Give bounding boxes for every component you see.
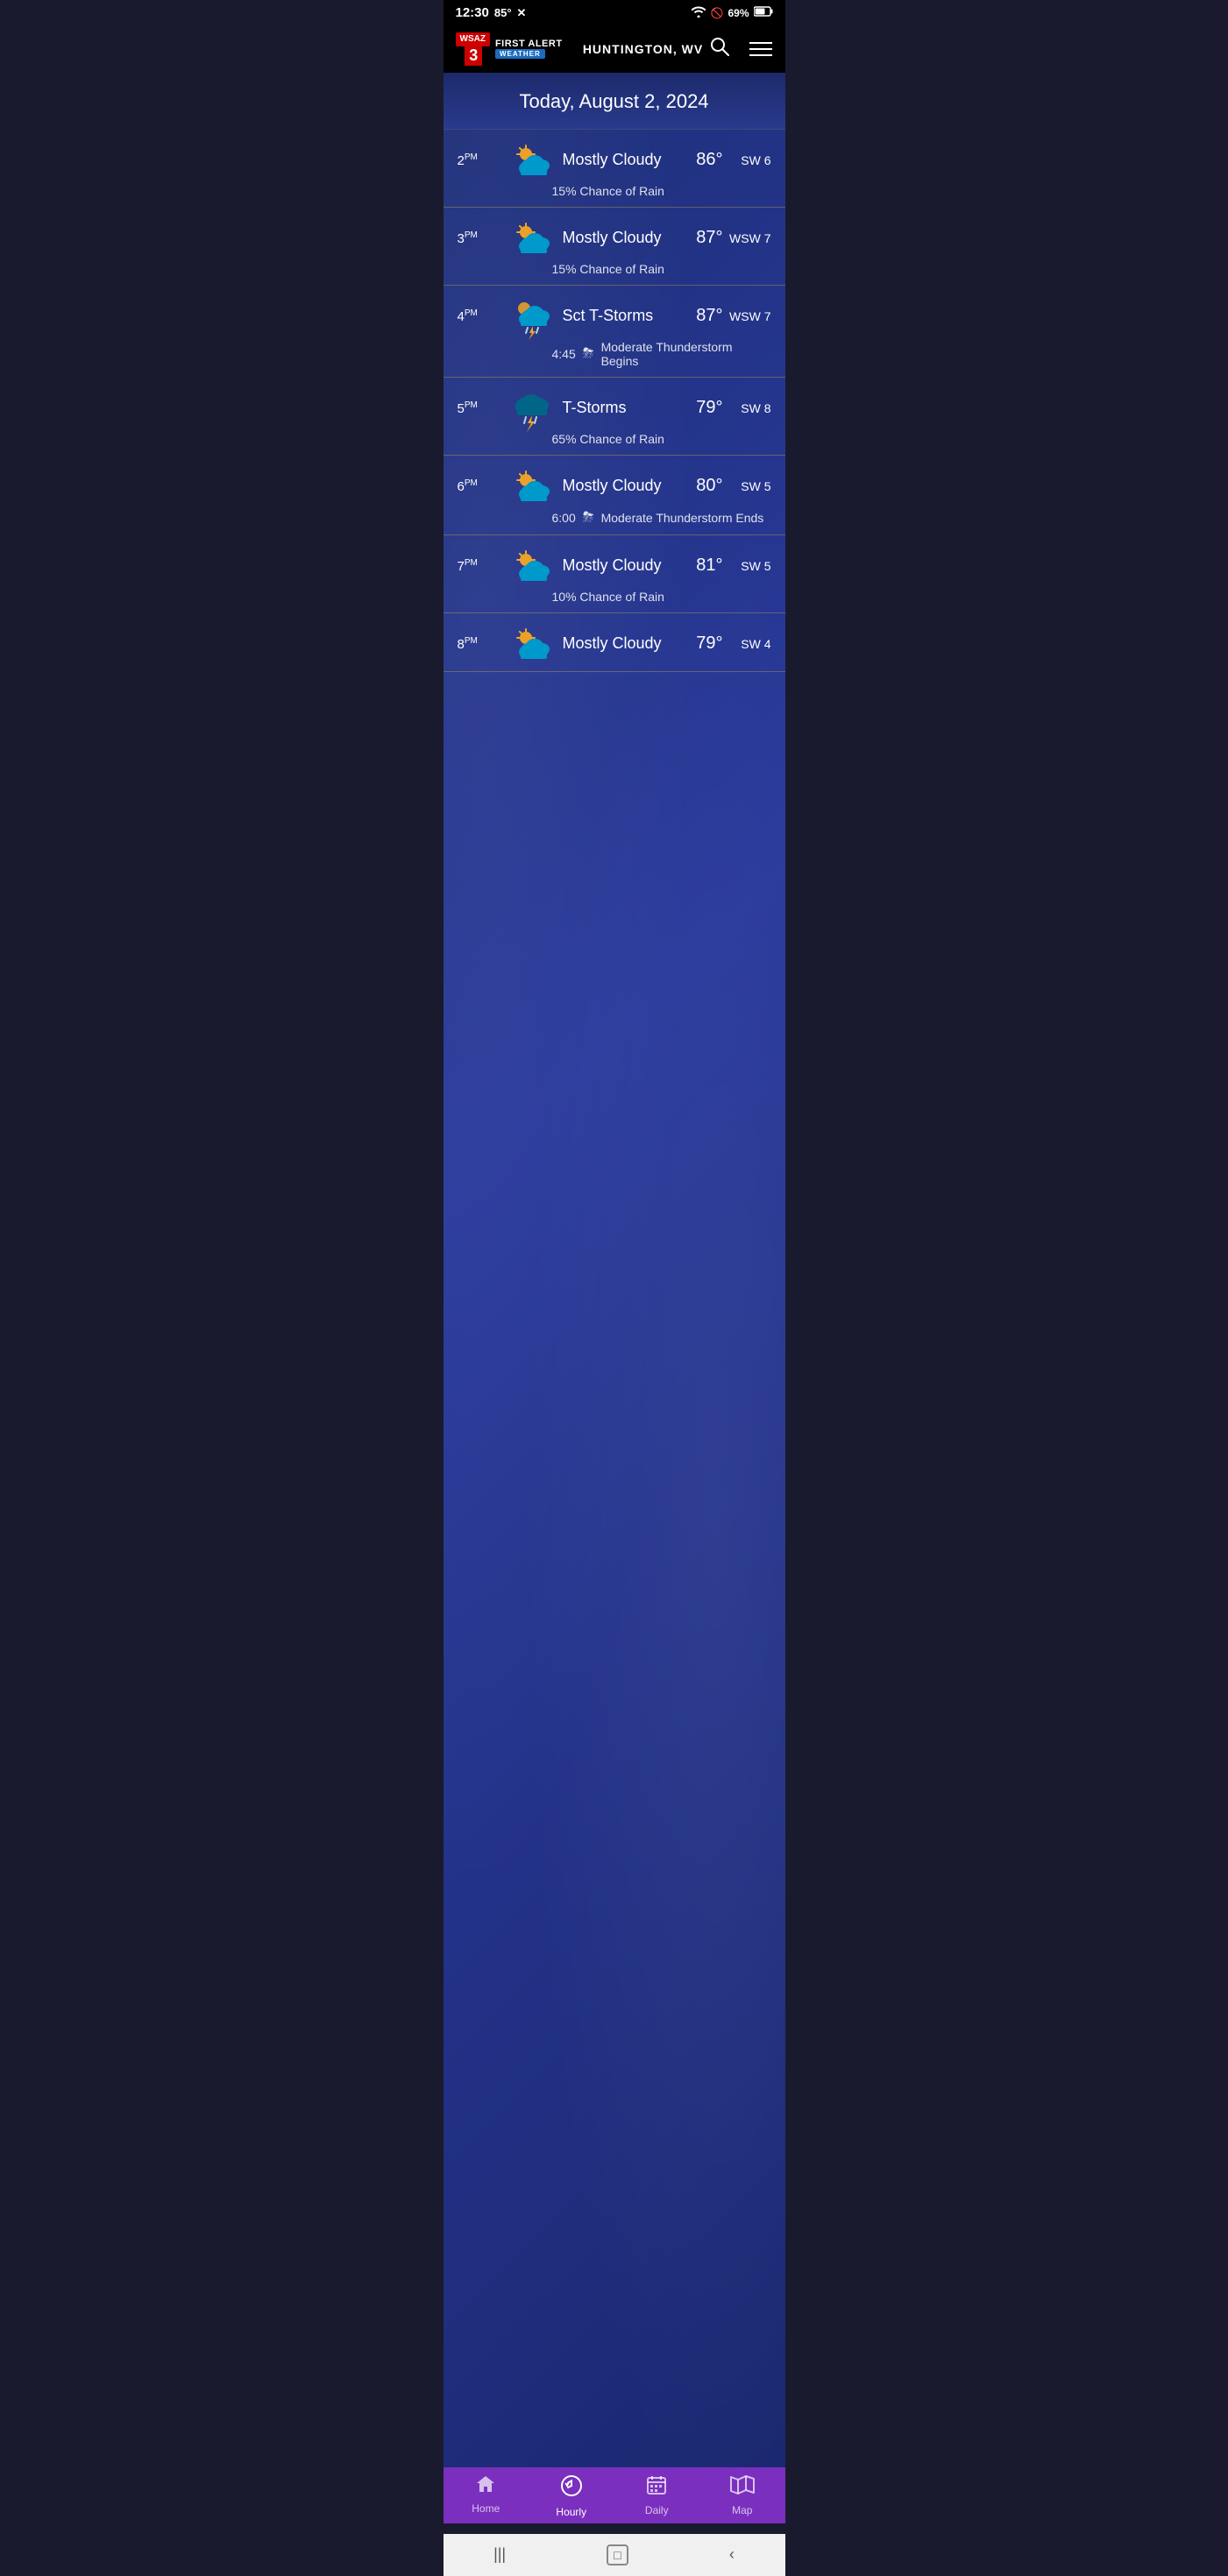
battery-icon	[754, 6, 773, 19]
map-icon	[730, 2474, 755, 2501]
hour-time: 5PM	[458, 400, 500, 416]
hamburger-line	[749, 42, 772, 44]
android-home[interactable]: □	[607, 2544, 628, 2565]
logo-text: FIRST ALERT WEATHER	[495, 39, 563, 59]
battery-percent: 69%	[728, 7, 749, 19]
weather-icon	[508, 548, 554, 584]
condition-label: T-Storms	[563, 399, 675, 417]
date-header: Today, August 2, 2024	[444, 73, 785, 130]
temp-label: 86°	[675, 150, 723, 170]
hour-time: 8PM	[458, 636, 500, 652]
wind-label: SW 5	[723, 559, 771, 573]
condition-label: Mostly Cloudy	[563, 229, 675, 247]
channel-box: WSAZ	[456, 32, 490, 46]
weather-badge: WEATHER	[495, 49, 545, 59]
sub-text: 15% Chance of Rain	[552, 184, 664, 198]
nav-home-label: Home	[472, 2502, 500, 2515]
app-logo: WSAZ 3 FIRST ALERT WEATHER	[456, 32, 563, 66]
sub-text: Moderate Thunderstorm Ends	[601, 511, 764, 525]
date-text: Today, August 2, 2024	[519, 90, 708, 112]
weather-row: 3PM Mostly Cloudy 87° WSW 7 15% Chance o…	[444, 208, 785, 286]
condition-label: Mostly Cloudy	[563, 477, 675, 495]
header-location: HUNTINGTON, WV	[583, 37, 729, 60]
weather-icon	[508, 468, 554, 505]
weather-icon	[508, 142, 554, 179]
status-temp: 85°	[494, 6, 512, 19]
back-clock-icon	[560, 2474, 583, 2502]
weather-row: 8PM Mostly Cloudy 79° SW 4	[444, 613, 785, 672]
android-recents[interactable]: |||	[493, 2545, 506, 2564]
weather-icon	[508, 298, 554, 335]
wifi-icon	[691, 5, 706, 20]
temp-label: 80°	[675, 476, 723, 496]
status-bar: 12:30 85° ✕ 🚫 69%	[444, 0, 785, 25]
calendar-icon	[646, 2474, 667, 2501]
sub-text: 10% Chance of Rain	[552, 590, 664, 604]
status-time: 12:30	[456, 5, 489, 20]
hour-time: 7PM	[458, 558, 500, 574]
android-back[interactable]: ‹	[729, 2545, 735, 2564]
home-icon	[475, 2474, 496, 2499]
sub-text: 15% Chance of Rain	[552, 262, 664, 276]
nav-map[interactable]: Map	[712, 2474, 773, 2518]
hour-time: 4PM	[458, 308, 500, 324]
hour-time: 2PM	[458, 152, 500, 168]
channel-number: 3	[465, 46, 482, 66]
condition-label: Sct T-Storms	[563, 307, 675, 325]
wind-label: SW 8	[723, 401, 771, 415]
nav-hourly[interactable]: Hourly	[541, 2474, 602, 2518]
location-text: HUNTINGTON, WV	[583, 42, 703, 56]
bottom-nav: Home Hourly Dai	[444, 2467, 785, 2523]
nav-home[interactable]: Home	[455, 2474, 516, 2518]
hamburger-line	[749, 48, 772, 50]
weather-icon	[508, 220, 554, 257]
condition-label: Mostly Cloudy	[563, 151, 675, 169]
wind-label: SW 6	[723, 153, 771, 167]
nav-map-label: Map	[732, 2504, 752, 2516]
menu-button[interactable]	[749, 42, 772, 56]
hour-time: 6PM	[458, 478, 500, 494]
weather-row: 7PM Mostly Cloudy 81° SW 5 10% Chance of…	[444, 535, 785, 613]
first-alert-label: FIRST ALERT	[495, 39, 563, 49]
weather-row: 5PM T-Storms 79° SW 8 65% Chance of Rain	[444, 378, 785, 456]
sub-icon: ⛈	[583, 346, 594, 362]
wind-label: SW 4	[723, 637, 771, 651]
alert-time: 6:00	[552, 511, 576, 525]
wind-label: WSW 7	[723, 309, 771, 323]
sub-text: Moderate Thunderstorm Begins	[601, 340, 771, 368]
sub-text: 65% Chance of Rain	[552, 432, 664, 446]
hourly-content: 2PM Mostly Cloudy 86° SW 6 15% Chance of…	[444, 130, 785, 2478]
hamburger-line	[749, 54, 772, 56]
wind-label: WSW 7	[723, 231, 771, 245]
nav-hourly-label: Hourly	[556, 2506, 586, 2518]
nav-daily-label: Daily	[645, 2504, 669, 2516]
alert-time: 4:45	[552, 347, 576, 361]
weather-icon	[508, 626, 554, 662]
search-button[interactable]	[710, 37, 729, 60]
temp-label: 79°	[675, 633, 723, 654]
weather-row: 4PM Sct T-Storms 87° WSW 7 4:45 ⛈ Modera…	[444, 286, 785, 378]
weather-icon	[508, 390, 554, 427]
no-sound-icon: 🚫	[711, 7, 724, 19]
temp-label: 79°	[675, 398, 723, 418]
condition-label: Mostly Cloudy	[563, 634, 675, 653]
wind-label: SW 5	[723, 479, 771, 493]
weather-row: 6PM Mostly Cloudy 80° SW 5 6:00 ⛈ Modera…	[444, 456, 785, 535]
nav-daily[interactable]: Daily	[626, 2474, 687, 2518]
temp-label: 87°	[675, 306, 723, 326]
weather-row: 2PM Mostly Cloudy 86° SW 6 15% Chance of…	[444, 130, 785, 208]
temp-label: 87°	[675, 228, 723, 248]
condition-label: Mostly Cloudy	[563, 556, 675, 575]
status-icon-x: ✕	[517, 6, 527, 20]
hour-time: 3PM	[458, 230, 500, 246]
app-header: WSAZ 3 FIRST ALERT WEATHER HUNTINGTON, W…	[444, 25, 785, 73]
sub-icon: ⛈	[583, 510, 594, 526]
temp-label: 81°	[675, 556, 723, 576]
android-nav: ||| □ ‹	[444, 2534, 785, 2576]
